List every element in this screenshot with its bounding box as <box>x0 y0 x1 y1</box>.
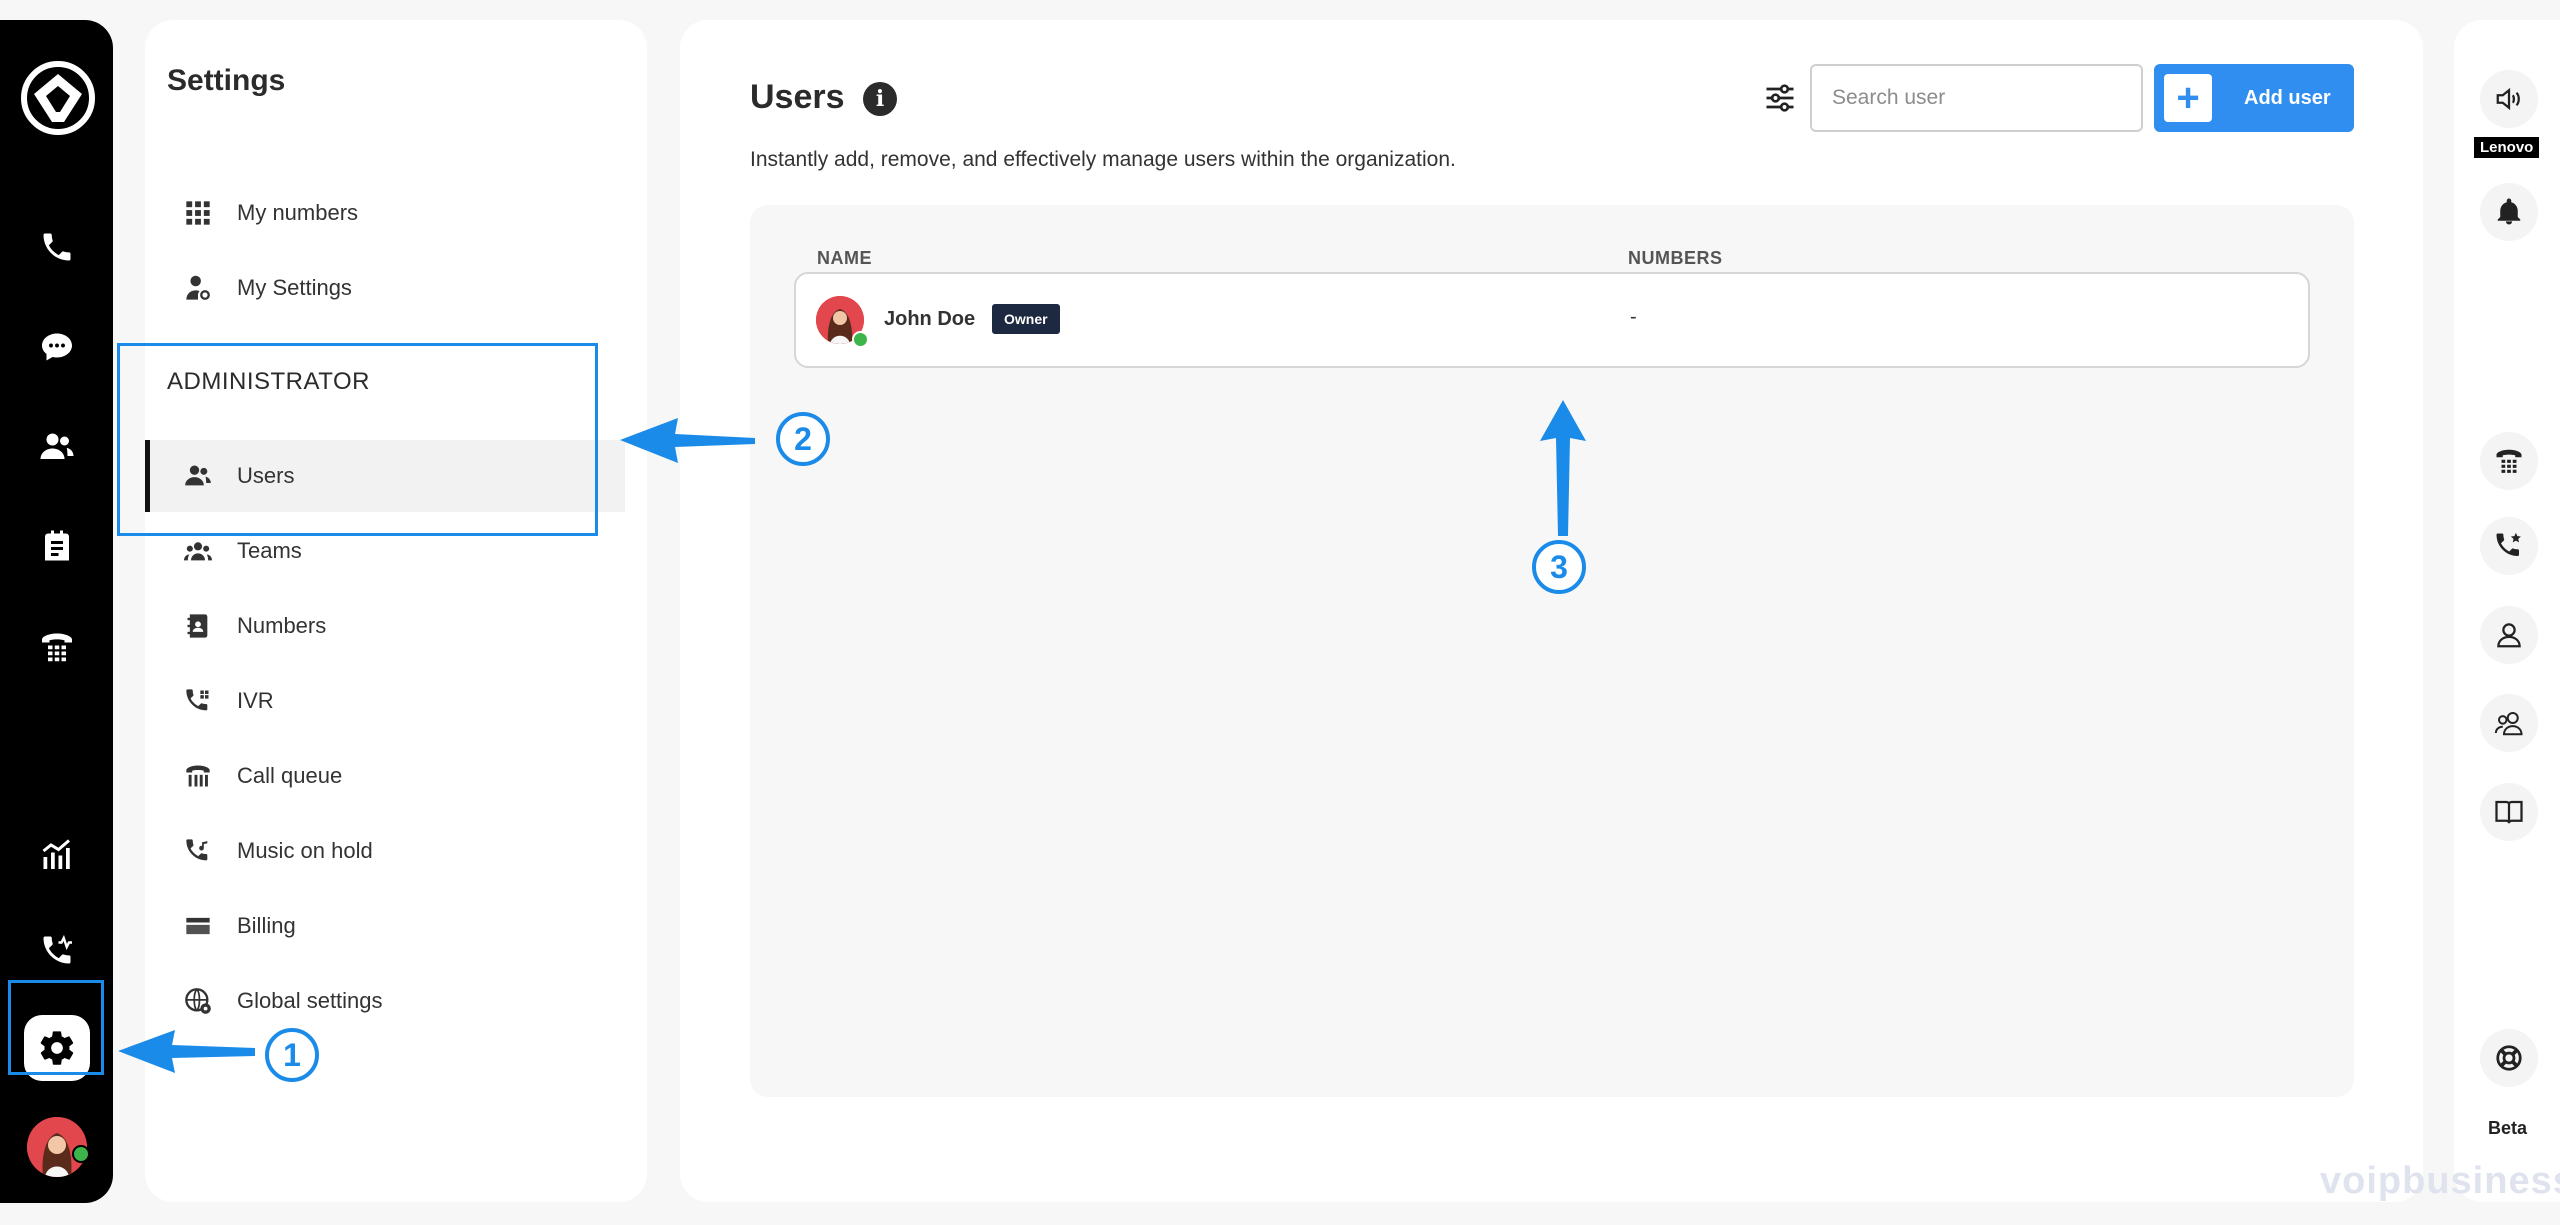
users-table: NAME NUMBERS John Doe Owner - <box>750 205 2354 1097</box>
watermark-logo: voipbusiness <box>2320 1160 2560 1202</box>
menu-item-music-on-hold[interactable]: Music on hold <box>145 815 625 887</box>
step-3-marker: 3 <box>1532 540 1586 594</box>
menu-item-label: My numbers <box>237 200 359 225</box>
menu-item-billing[interactable]: Billing <box>145 890 625 962</box>
right-utility-rail: Lenovo Beta <box>2454 20 2560 1202</box>
phone-icon[interactable] <box>22 212 92 282</box>
dialpad-icon[interactable] <box>2480 432 2538 490</box>
speaker-icon[interactable] <box>2480 70 2538 128</box>
step-2-marker: 2 <box>776 412 830 466</box>
step-1-marker: 1 <box>265 1028 319 1082</box>
chat-icon[interactable] <box>22 312 92 382</box>
ivr-icon <box>183 686 213 716</box>
menu-item-label: Billing <box>237 913 296 938</box>
settings-title: Settings <box>167 64 286 97</box>
beta-label: Beta <box>2488 1118 2528 1138</box>
online-status-icon <box>72 1145 90 1163</box>
filter-sliders-icon[interactable] <box>1762 80 1798 116</box>
music-hold-icon <box>183 836 213 866</box>
dialpad-phone-icon[interactable] <box>22 612 92 682</box>
book-icon[interactable] <box>2480 783 2538 841</box>
page-description: Instantly add, remove, and effectively m… <box>750 148 1456 171</box>
app-logo[interactable] <box>20 60 96 136</box>
column-header-name: NAME <box>817 248 872 268</box>
highlight-administrator-users <box>117 343 598 536</box>
user-settings-icon <box>183 273 213 303</box>
menu-item-ivr[interactable]: IVR <box>145 665 625 737</box>
menu-item-label: My Settings <box>237 275 352 300</box>
info-icon[interactable]: i <box>863 82 897 116</box>
online-status-icon <box>852 331 869 348</box>
plus-icon: + <box>2164 74 2212 122</box>
notes-icon[interactable] <box>22 512 92 582</box>
menu-item-label: Teams <box>237 538 302 563</box>
menu-item-label: Numbers <box>237 613 327 638</box>
menu-item-numbers[interactable]: Numbers <box>145 590 625 662</box>
menu-item-call-queue[interactable]: Call queue <box>145 740 625 812</box>
bell-icon[interactable] <box>2480 183 2538 241</box>
settings-panel: Settings My numbers My Settings ADMINIST… <box>145 20 647 1202</box>
page-title: Users <box>750 78 845 116</box>
search-user-input[interactable] <box>1810 64 2143 132</box>
menu-item-label: Music on hold <box>237 838 373 863</box>
menu-item-label: IVR <box>237 688 274 713</box>
user-numbers: - <box>1630 306 1637 328</box>
call-activity-icon[interactable] <box>22 915 92 985</box>
users-main-panel: Users i Instantly add, remove, and effec… <box>680 20 2423 1202</box>
role-badge: Owner <box>992 304 1060 334</box>
grid-icon <box>183 198 213 228</box>
table-row[interactable]: John Doe Owner - <box>794 272 2310 368</box>
teams-icon <box>183 536 213 566</box>
lifebuoy-icon[interactable] <box>2480 1029 2538 1087</box>
menu-item-label: Call queue <box>237 763 343 788</box>
menu-item-my-numbers[interactable]: My numbers <box>145 177 625 249</box>
menu-item-label: Global settings <box>237 988 383 1013</box>
add-user-label: Add user <box>2244 86 2331 109</box>
menu-item-global-settings[interactable]: Global settings <box>145 965 625 1037</box>
person-icon[interactable] <box>2480 606 2538 664</box>
add-user-button[interactable]: + Add user <box>2154 64 2354 132</box>
highlight-settings-button <box>8 980 104 1075</box>
column-header-numbers: NUMBERS <box>1628 248 1723 268</box>
favorite-call-icon[interactable] <box>2480 517 2538 575</box>
group-icon[interactable] <box>2480 694 2538 752</box>
call-queue-icon <box>183 761 213 791</box>
contacts-icon[interactable] <box>22 412 92 482</box>
menu-item-my-settings[interactable]: My Settings <box>145 252 625 324</box>
contact-book-icon <box>183 611 213 641</box>
user-name: John Doe <box>884 308 976 330</box>
analytics-icon[interactable] <box>22 819 92 889</box>
credit-card-icon <box>183 911 213 941</box>
device-label: Lenovo <box>2474 137 2540 158</box>
globe-settings-icon <box>183 986 213 1016</box>
